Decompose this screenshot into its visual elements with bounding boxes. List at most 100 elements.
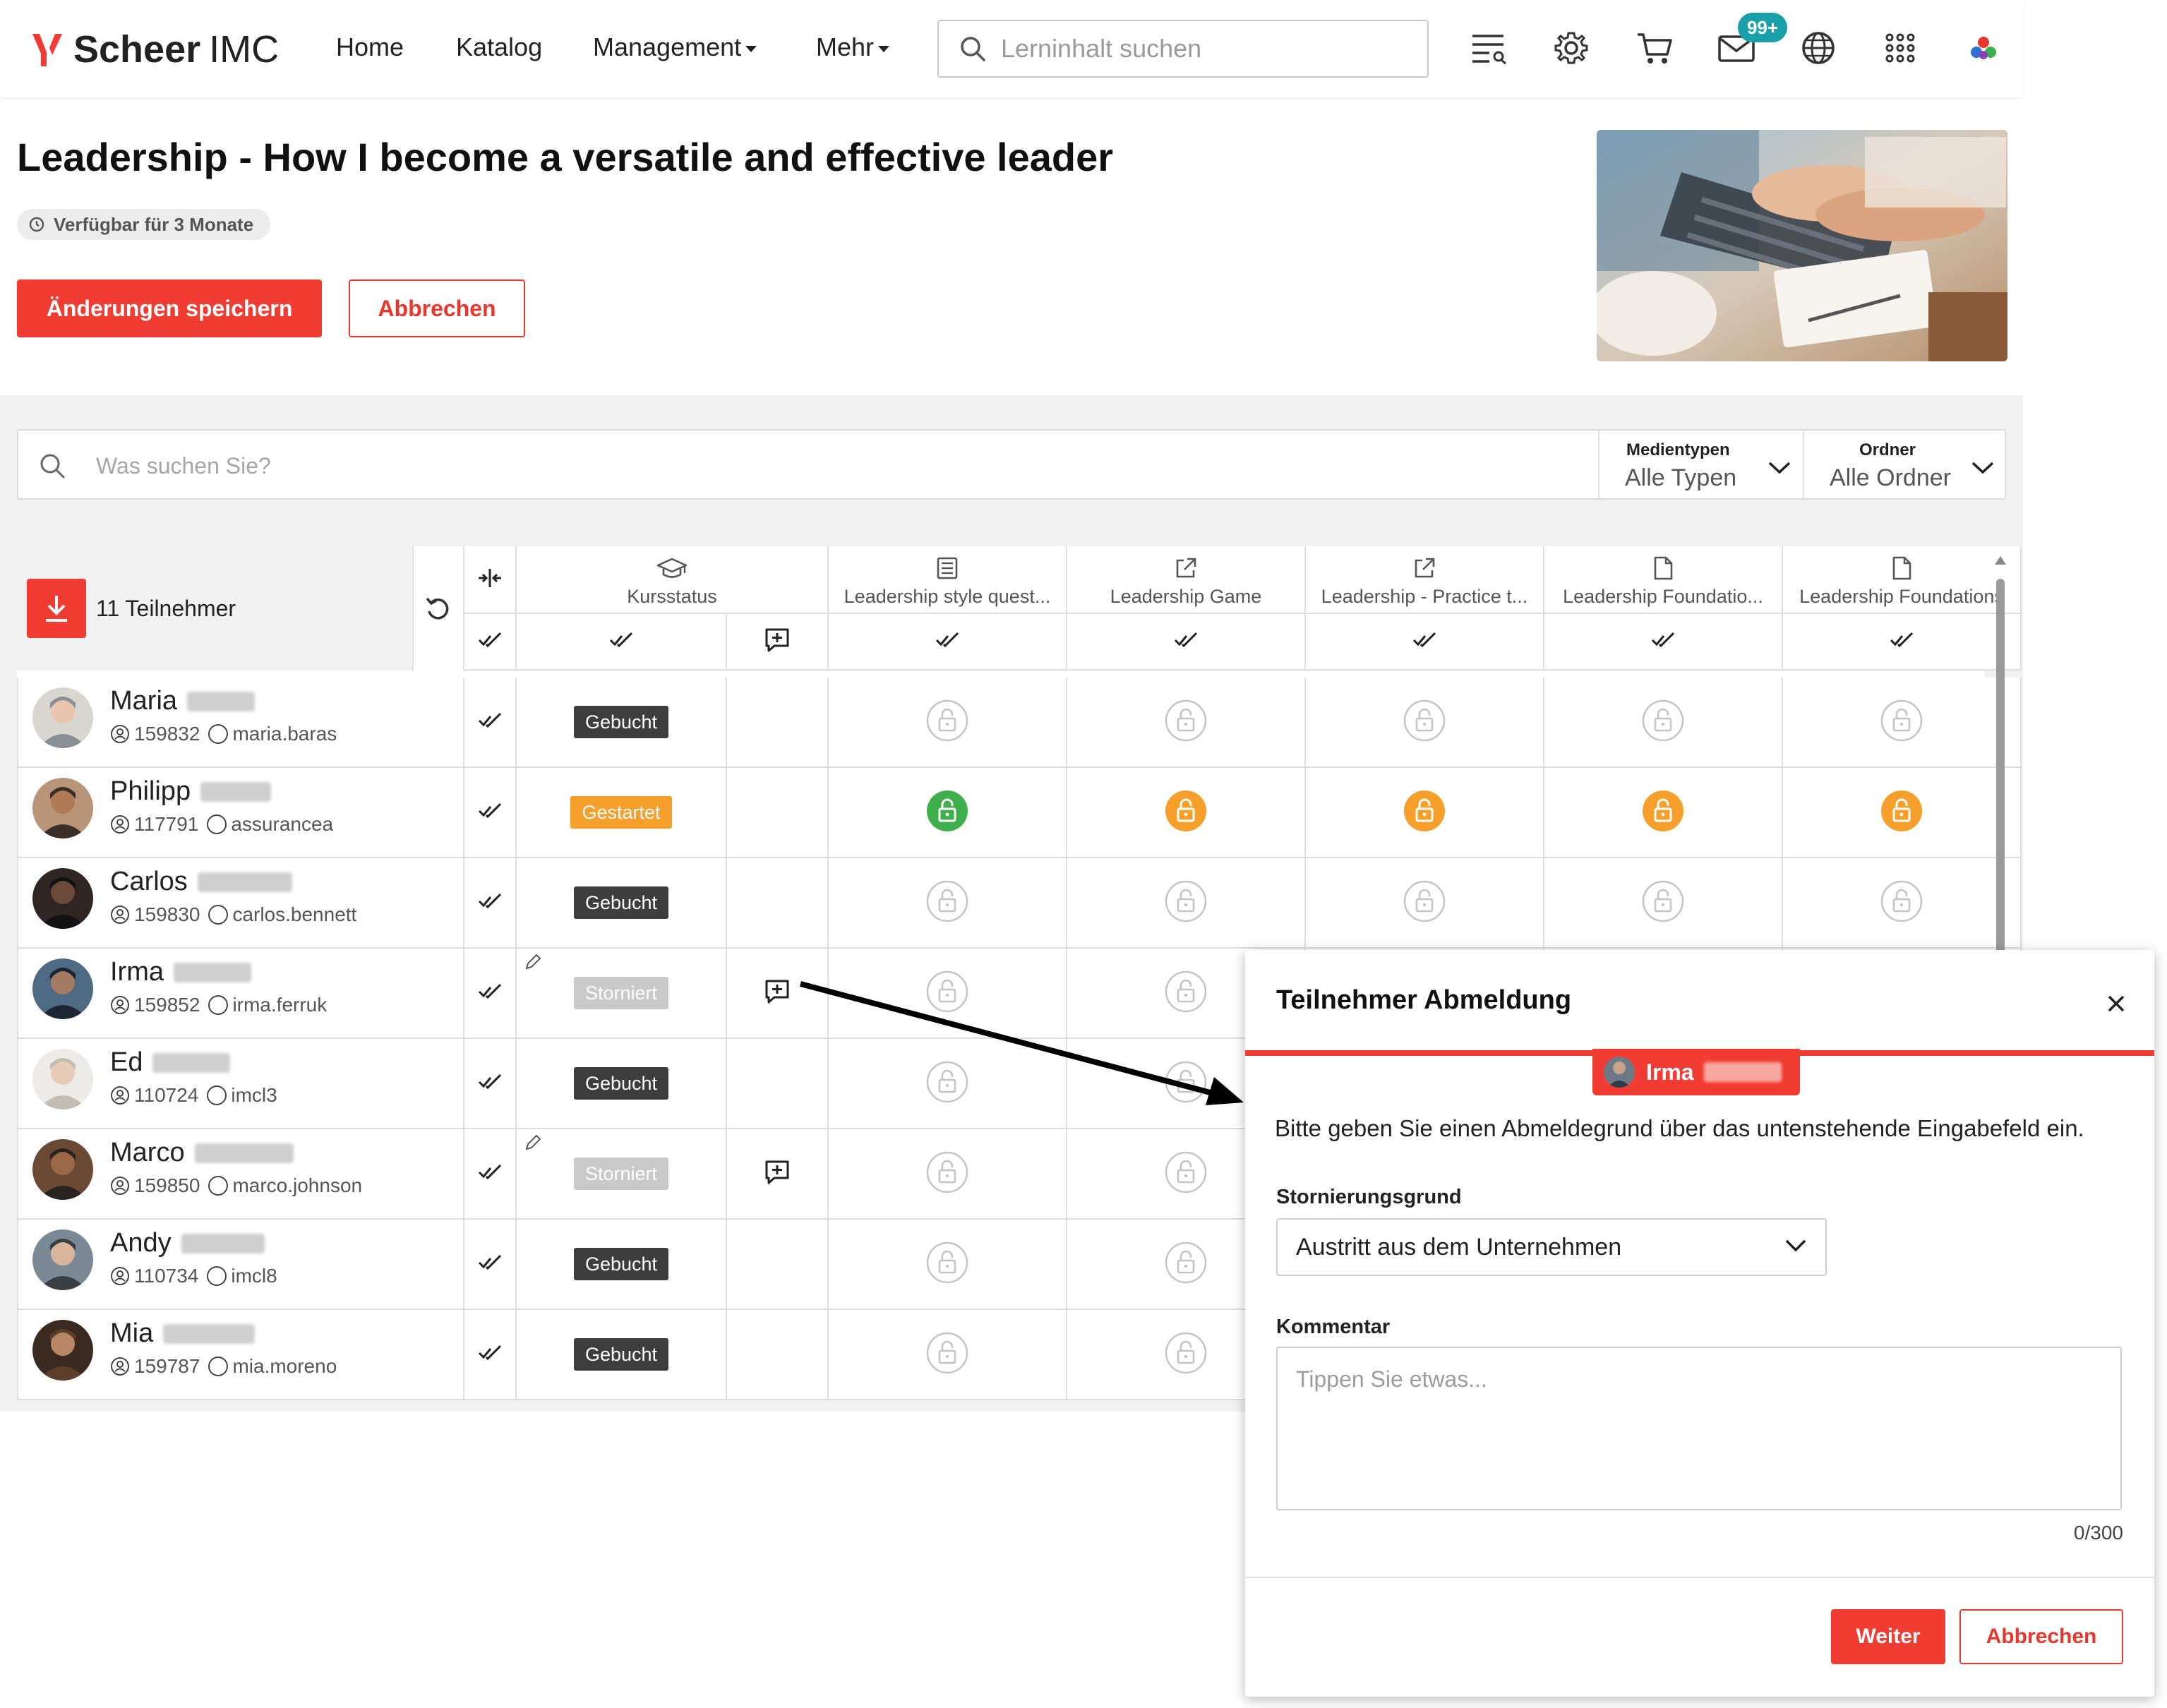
course-status-cell[interactable]: Gebucht bbox=[517, 858, 727, 949]
row-select-check[interactable] bbox=[464, 858, 517, 949]
course-status-cell[interactable]: Gestartet bbox=[517, 768, 727, 858]
lock-grey-icon[interactable] bbox=[1403, 699, 1446, 746]
table-row[interactable]: Marco 159850 marco.johnson bbox=[17, 1129, 464, 1220]
lock-grey-icon[interactable] bbox=[1641, 699, 1685, 746]
table-row[interactable]: Carlos 159830 carlos.bennett bbox=[17, 858, 464, 949]
content-progress-cell[interactable] bbox=[1306, 858, 1544, 949]
status-badge[interactable]: Storniert bbox=[573, 977, 669, 1009]
table-row[interactable]: Maria 159832 maria.baras bbox=[17, 678, 464, 768]
content-progress-cell[interactable] bbox=[1783, 768, 2022, 858]
nav-management[interactable]: Management bbox=[593, 30, 757, 65]
lock-orange-icon[interactable] bbox=[1164, 789, 1208, 836]
filter-search-input[interactable] bbox=[96, 446, 1225, 486]
status-check-all[interactable] bbox=[517, 614, 727, 670]
row-select-check[interactable] bbox=[464, 768, 517, 858]
brand-logo[interactable]: Scheer IMC bbox=[31, 27, 279, 72]
lock-grey-icon[interactable] bbox=[925, 1150, 969, 1198]
globe-icon[interactable] bbox=[1799, 28, 1838, 68]
lock-grey-icon[interactable] bbox=[1164, 879, 1208, 927]
status-badge[interactable]: Gestartet bbox=[570, 796, 672, 829]
edit-pencil-icon[interactable] bbox=[524, 1133, 542, 1155]
status-badge[interactable]: Storniert bbox=[573, 1157, 669, 1190]
content-column-check-all[interactable] bbox=[1544, 614, 1783, 670]
dialog-cancel-button[interactable]: Abbrechen bbox=[1959, 1609, 2123, 1664]
content-progress-cell[interactable] bbox=[1783, 678, 2022, 768]
content-progress-cell[interactable] bbox=[1783, 858, 2022, 949]
content-progress-cell[interactable] bbox=[829, 768, 1067, 858]
row-select-check[interactable] bbox=[464, 949, 517, 1039]
apps-grid-icon[interactable] bbox=[1880, 28, 1920, 68]
content-progress-cell[interactable] bbox=[1544, 858, 1783, 949]
content-progress-cell[interactable] bbox=[1544, 678, 1783, 768]
course-status-cell[interactable]: Storniert bbox=[517, 949, 727, 1039]
close-icon[interactable] bbox=[2102, 990, 2130, 1018]
table-row[interactable]: Andy 110734 imcl8 bbox=[17, 1220, 464, 1310]
status-badge[interactable]: Gebucht bbox=[573, 1067, 669, 1100]
select-all-check[interactable] bbox=[464, 614, 517, 670]
row-select-check[interactable] bbox=[464, 1310, 517, 1400]
table-row[interactable]: Ed 110724 imcl3 bbox=[17, 1039, 464, 1129]
row-select-check[interactable] bbox=[464, 1220, 517, 1310]
table-row[interactable]: Mia 159787 mia.moreno bbox=[17, 1310, 464, 1400]
row-select-check[interactable] bbox=[464, 1039, 517, 1129]
content-progress-cell[interactable] bbox=[829, 858, 1067, 949]
content-column-check-all[interactable] bbox=[1306, 614, 1544, 670]
next-button[interactable]: Weiter bbox=[1831, 1609, 1945, 1664]
lock-grey-icon[interactable] bbox=[1164, 699, 1208, 746]
media-type-select[interactable]: Medientypen Alle Typen bbox=[1598, 431, 1803, 498]
lock-grey-icon[interactable] bbox=[1880, 879, 1923, 927]
content-column-header[interactable]: Leadership Game bbox=[1067, 546, 1306, 614]
lock-grey-icon[interactable] bbox=[925, 970, 969, 1017]
content-column-header[interactable]: Leadership Foundatio... bbox=[1544, 546, 1783, 614]
lock-grey-icon[interactable] bbox=[1164, 1150, 1208, 1198]
reset-button[interactable] bbox=[412, 546, 464, 670]
course-status-cell[interactable]: Storniert bbox=[517, 1129, 727, 1220]
lock-grey-icon[interactable] bbox=[1164, 1060, 1208, 1107]
content-progress-cell[interactable] bbox=[829, 949, 1067, 1039]
nav-home[interactable]: Home bbox=[336, 30, 404, 65]
gear-icon[interactable] bbox=[1551, 28, 1591, 68]
status-badge[interactable]: Gebucht bbox=[573, 1248, 669, 1280]
content-column-check-all[interactable] bbox=[829, 614, 1067, 670]
nav-catalog[interactable]: Katalog bbox=[456, 30, 542, 65]
cart-icon[interactable] bbox=[1635, 28, 1674, 68]
content-column-check-all[interactable] bbox=[1783, 614, 2022, 670]
status-badge[interactable]: Gebucht bbox=[573, 706, 669, 738]
download-button[interactable] bbox=[27, 579, 86, 638]
comment-all-button[interactable] bbox=[727, 614, 829, 670]
content-progress-cell[interactable] bbox=[829, 1220, 1067, 1310]
lock-grey-icon[interactable] bbox=[925, 879, 969, 927]
lock-grey-icon[interactable] bbox=[1164, 1331, 1208, 1378]
comment-cell[interactable] bbox=[727, 949, 829, 1039]
content-column-header[interactable]: Leadership style quest... bbox=[829, 546, 1067, 614]
row-select-check[interactable] bbox=[464, 1129, 517, 1220]
content-progress-cell[interactable] bbox=[829, 1129, 1067, 1220]
lock-grey-icon[interactable] bbox=[1880, 699, 1923, 746]
add-comment-icon[interactable] bbox=[763, 978, 791, 1009]
user-avatar[interactable] bbox=[1964, 28, 2003, 68]
expand-columns-button[interactable] bbox=[464, 546, 517, 614]
content-progress-cell[interactable] bbox=[829, 678, 1067, 768]
status-badge[interactable]: Gebucht bbox=[573, 886, 669, 919]
lock-grey-icon[interactable] bbox=[925, 1241, 969, 1288]
content-progress-cell[interactable] bbox=[1306, 678, 1544, 768]
course-status-cell[interactable]: Gebucht bbox=[517, 678, 727, 768]
cancel-button[interactable]: Abbrechen bbox=[349, 279, 525, 337]
content-progress-cell[interactable] bbox=[829, 1310, 1067, 1400]
row-select-check[interactable] bbox=[464, 678, 517, 768]
cancellation-reason-select[interactable]: Austritt aus dem Unternehmen bbox=[1276, 1218, 1827, 1276]
filter-list-icon[interactable] bbox=[1470, 28, 1509, 68]
lock-grey-icon[interactable] bbox=[1164, 970, 1208, 1017]
content-progress-cell[interactable] bbox=[1067, 768, 1306, 858]
lock-grey-icon[interactable] bbox=[925, 1060, 969, 1107]
content-column-header[interactable]: Leadership - Practice t... bbox=[1306, 546, 1544, 614]
course-status-cell[interactable]: Gebucht bbox=[517, 1039, 727, 1129]
lock-grey-icon[interactable] bbox=[1164, 1241, 1208, 1288]
nav-more[interactable]: Mehr bbox=[816, 30, 890, 65]
lock-orange-icon[interactable] bbox=[1403, 789, 1446, 836]
comment-cell[interactable] bbox=[727, 1129, 829, 1220]
course-status-cell[interactable]: Gebucht bbox=[517, 1220, 727, 1310]
table-row[interactable]: Irma 159852 irma.ferruk bbox=[17, 949, 464, 1039]
edit-pencil-icon[interactable] bbox=[524, 953, 542, 975]
save-changes-button[interactable]: Änderungen speichern bbox=[17, 279, 322, 337]
